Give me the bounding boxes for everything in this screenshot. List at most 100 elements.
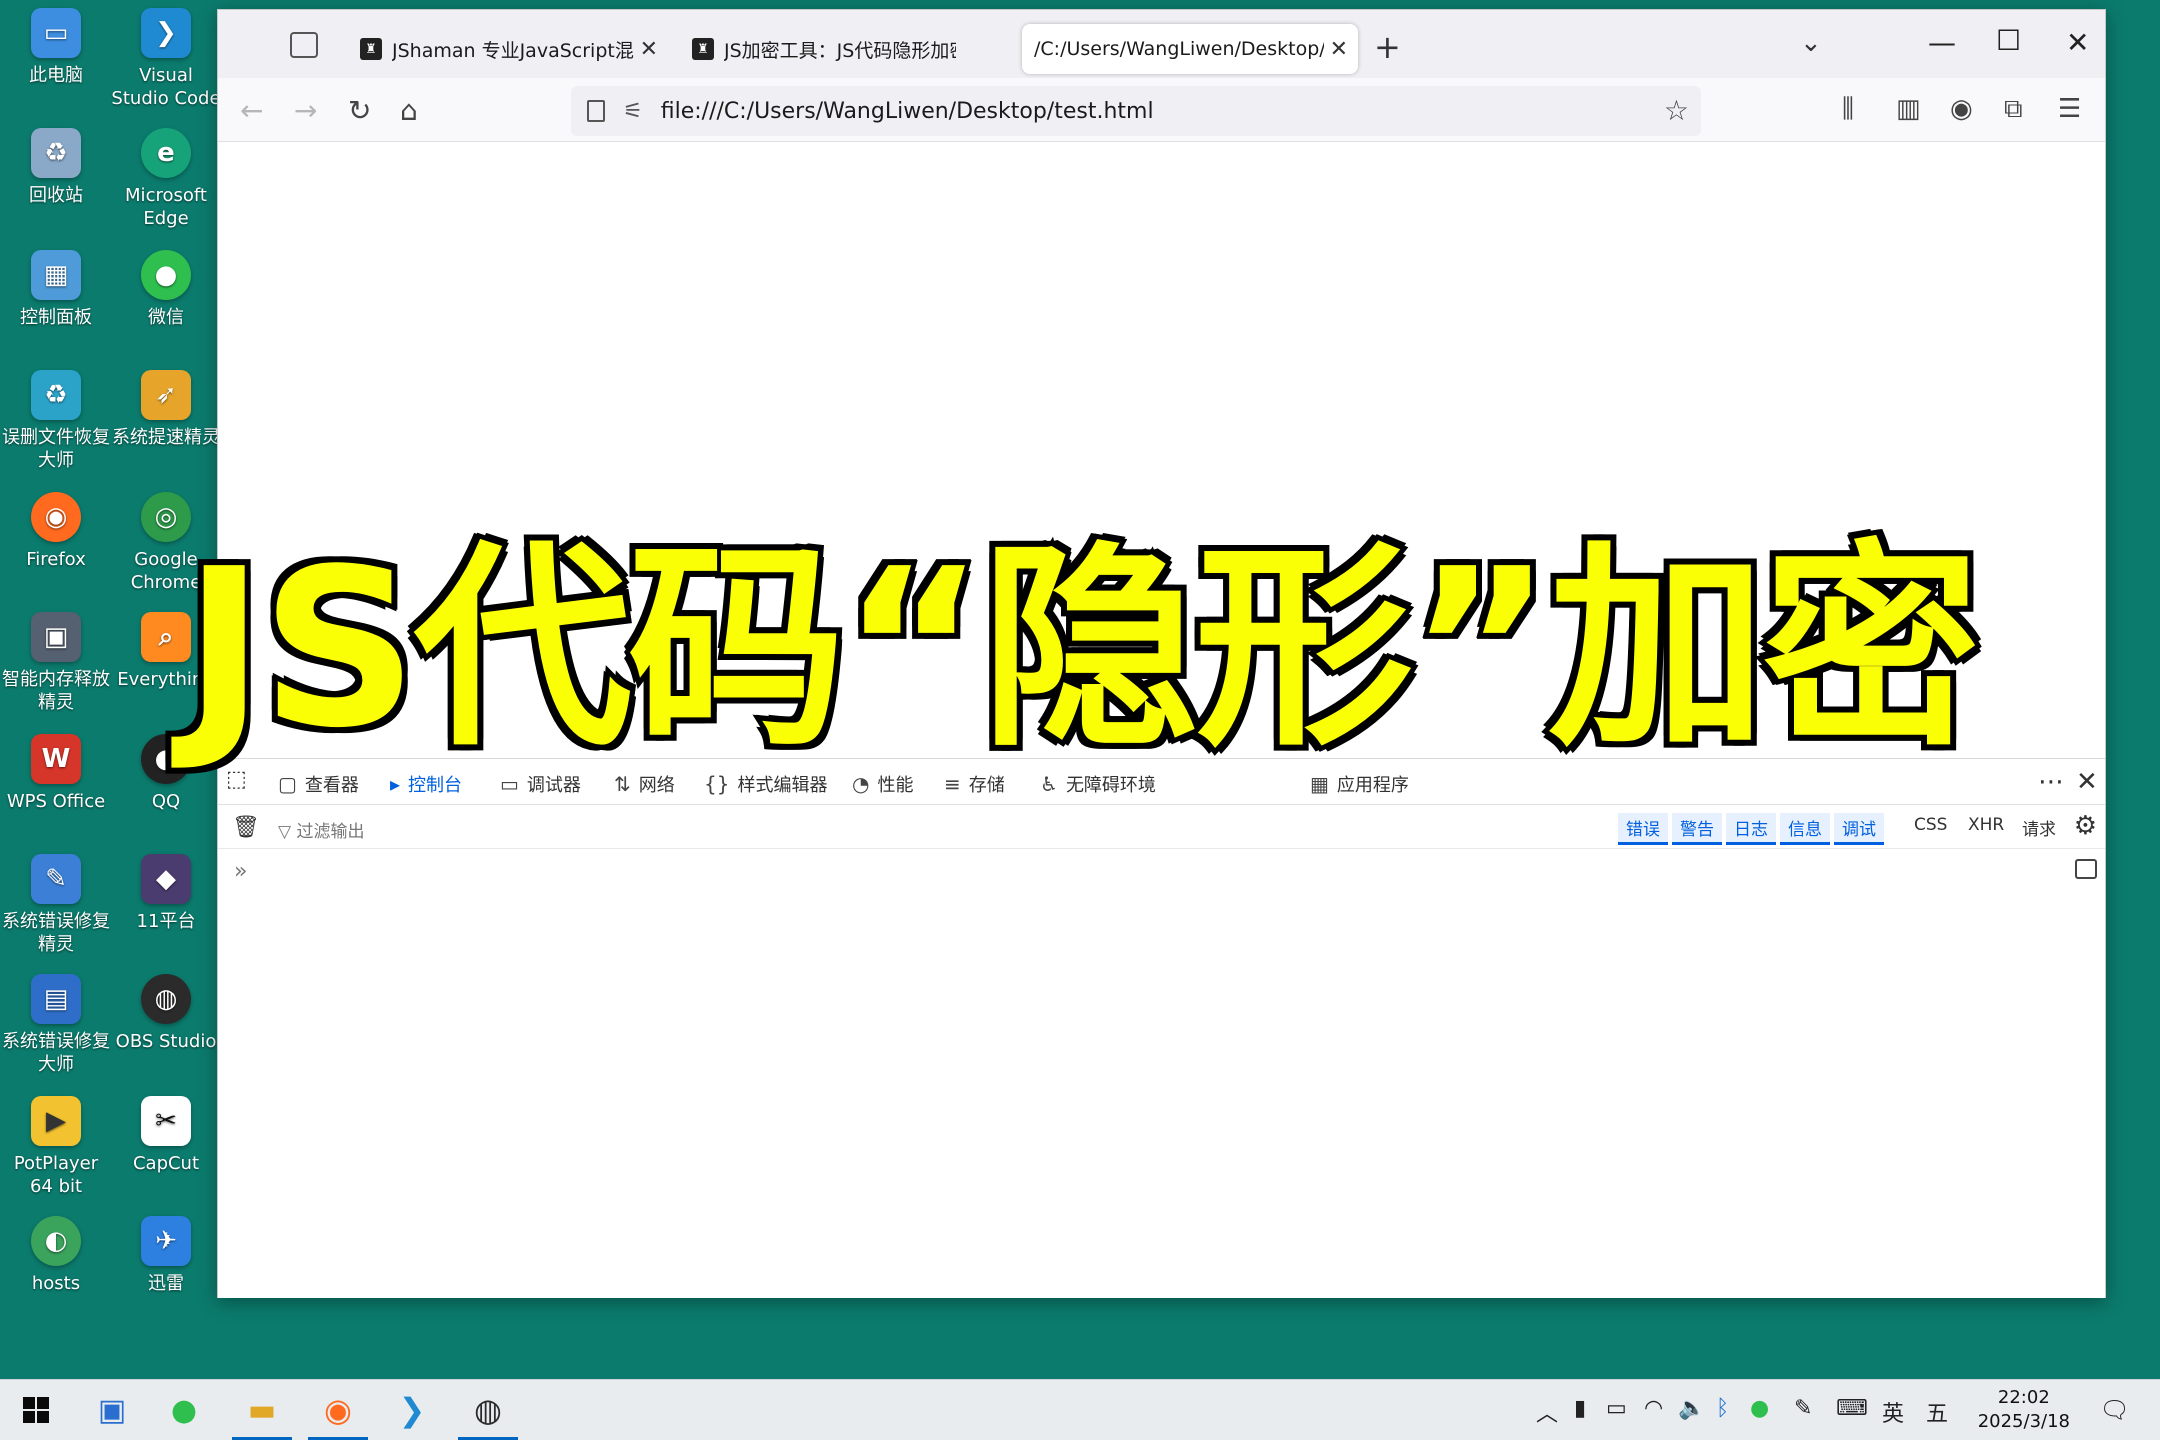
desktop-icon-repair-master[interactable]: ▤ 系统错误修复 大师: [0, 974, 112, 1076]
video-caption: JS代码“隐形”加密: [179, 518, 1986, 781]
wechat-button[interactable]: ●: [162, 1388, 206, 1432]
filter-requests[interactable]: 请求: [2022, 815, 2056, 840]
filter-debug[interactable]: 调试: [1834, 813, 1884, 845]
desktop-icon-potplayer[interactable]: ▶ PotPlayer 64 bit: [0, 1096, 112, 1198]
edge-icon: e: [141, 128, 191, 178]
desktop-icon-label: Microsoft Edge: [125, 185, 207, 229]
address-bar[interactable]: ⚟ file:///C:/Users/WangLiwen/Desktop/tes…: [571, 86, 1701, 136]
battery-icon[interactable]: ▭: [1606, 1396, 1627, 1421]
desktop-icon-label: 11平台: [136, 911, 196, 932]
filter-errors[interactable]: 错误: [1618, 813, 1668, 845]
desktop-icon-thunder[interactable]: ✈ 迅雷: [110, 1216, 222, 1295]
tab-list-icon[interactable]: [290, 32, 318, 58]
firefox-button[interactable]: ◉: [308, 1388, 368, 1440]
desktop-icon-label: PotPlayer 64 bit: [13, 1153, 99, 1197]
desktop-icon-edge[interactable]: e Microsoft Edge: [110, 128, 222, 230]
wechat-tray-icon[interactable]: ●: [1750, 1396, 1769, 1421]
volume-icon[interactable]: 🔈: [1678, 1396, 1705, 1421]
desktop-icon-11-platform[interactable]: ◆ 11平台: [110, 854, 222, 933]
folder-icon: ▬: [247, 1392, 277, 1428]
close-tab-icon[interactable]: ✕: [1330, 37, 1348, 62]
console-input-prompt[interactable]: »: [234, 859, 247, 884]
desktop-icon-label: 系统错误修复 大师: [2, 1031, 110, 1075]
ime-language[interactable]: 英: [1882, 1396, 1904, 1428]
start-button[interactable]: [14, 1388, 58, 1432]
reader-view-icon[interactable]: ▥: [1896, 94, 1921, 124]
back-arrow-icon[interactable]: ←: [240, 94, 263, 127]
capcut-icon: ✂: [141, 1096, 191, 1146]
microphone-icon[interactable]: ▮: [1574, 1396, 1586, 1421]
tab-test-html[interactable]: /C:/Users/WangLiwen/Desktop/te ✕: [1022, 24, 1358, 74]
home-icon[interactable]: ⌂: [400, 94, 418, 127]
tab-title: /C:/Users/WangLiwen/Desktop/te: [1034, 38, 1324, 60]
bluetooth-icon[interactable]: ᛒ: [1716, 1396, 1729, 1421]
gear-icon[interactable]: ⚙: [2074, 811, 2097, 841]
desktop-icon-vscode[interactable]: ❯ Visual Studio Code: [110, 8, 222, 110]
obs-button[interactable]: ◍: [458, 1388, 518, 1440]
filter-icon: ▽: [278, 822, 297, 842]
file-recovery-icon: ♻: [31, 370, 81, 420]
pen-icon[interactable]: ✎: [1794, 1396, 1812, 1421]
notification-icon[interactable]: 🗨: [2100, 1396, 2130, 1424]
desktop-icon-speedup[interactable]: ➶ 系统提速精灵: [110, 370, 222, 449]
url-text[interactable]: file:///C:/Users/WangLiwen/Desktop/test.…: [661, 99, 1154, 124]
computer-icon: ▭: [31, 8, 81, 58]
ime-mode[interactable]: 五: [1926, 1396, 1948, 1428]
maximize-icon[interactable]: ☐: [1996, 24, 2021, 57]
filter-warnings[interactable]: 警告: [1672, 813, 1722, 845]
file-explorer-button[interactable]: ▬: [232, 1388, 292, 1440]
desktop-icon-hosts[interactable]: ◐ hosts: [0, 1216, 112, 1295]
filter-xhr[interactable]: XHR: [1968, 815, 2004, 835]
filter-logs[interactable]: 日志: [1726, 813, 1776, 845]
wifi-icon[interactable]: ◠: [1644, 1396, 1663, 1421]
desktop-icon-recycle-bin[interactable]: ♻ 回收站: [0, 128, 112, 207]
computer-manager-button[interactable]: ▣: [90, 1388, 134, 1432]
desktop-icon-wechat[interactable]: ● 微信: [110, 250, 222, 329]
desktop-icon-capcut[interactable]: ✂ CapCut: [110, 1096, 222, 1175]
minimize-icon[interactable]: —: [1928, 26, 1956, 59]
account-icon[interactable]: ◉: [1950, 94, 1973, 124]
console-filter-bar: 🗑 ▽ 过滤输出 错误 警告 日志 信息 调试 CSS XHR 请求 ⚙: [218, 805, 2105, 849]
tab-jshaman[interactable]: ♜ JShaman 专业JavaScript混淆加 ✕: [346, 24, 668, 74]
extensions-icon[interactable]: ⧉: [2004, 94, 2023, 125]
taskbar: ▣ ● ▬ ◉ ❯ ◍ ︿ ▮ ▭ ◠ 🔈 ᛒ ● ✎ ⌨ 英 五 22:02 …: [0, 1379, 2160, 1440]
filter-css[interactable]: CSS: [1914, 815, 1947, 835]
chevron-down-icon[interactable]: ⌄: [1800, 28, 1822, 58]
desktop-icon-label: OBS Studio: [115, 1031, 217, 1052]
clock[interactable]: 22:02 2025/3/18: [1978, 1386, 2070, 1434]
new-tab-button[interactable]: +: [1374, 28, 1401, 66]
desktop-icon-control-panel[interactable]: ▦ 控制面板: [0, 250, 112, 329]
repair-master-icon: ▤: [31, 974, 81, 1024]
tab-bar: ♜ JShaman 专业JavaScript混淆加 ✕ ♜ JS加密工具：JS代…: [218, 10, 2105, 78]
desktop-icon-repair-tool[interactable]: ✎ 系统错误修复 精灵: [0, 854, 112, 956]
obs-icon: ◍: [474, 1391, 502, 1429]
keyboard-icon[interactable]: ⌨: [1836, 1396, 1868, 1421]
desktop-icon-file-recovery[interactable]: ♻ 误删文件恢复 大师: [0, 370, 112, 472]
vscode-icon: ❯: [141, 8, 191, 58]
split-console-icon[interactable]: [2075, 859, 2097, 879]
bookmark-star-icon[interactable]: ☆: [1664, 94, 1689, 127]
clock-date: 2025/3/18: [1977, 1411, 2070, 1432]
desktop-icon-label: hosts: [31, 1273, 81, 1294]
close-tab-icon[interactable]: ✕: [640, 37, 658, 62]
firefox-icon: ◉: [324, 1391, 352, 1429]
close-window-icon[interactable]: ✕: [2066, 26, 2089, 59]
control-panel-icon: ▦: [31, 250, 81, 300]
trash-icon[interactable]: 🗑: [232, 815, 260, 840]
navigation-bar: ← → ↻ ⌂ ⚟ file:///C:/Users/WangLiwen/Des…: [218, 78, 2105, 142]
desktop-icon-label: CapCut: [132, 1153, 200, 1174]
vscode-button[interactable]: ❯: [390, 1388, 434, 1432]
filter-info[interactable]: 信息: [1780, 813, 1830, 845]
forward-arrow-icon[interactable]: →: [294, 94, 317, 127]
reload-icon[interactable]: ↻: [348, 94, 371, 127]
show-hidden-icons-icon[interactable]: ︿: [1536, 1396, 1558, 1428]
permissions-icon[interactable]: ⚟: [623, 99, 643, 124]
desktop-icon-obs[interactable]: ◍ OBS Studio: [110, 974, 222, 1053]
jshaman-favicon-icon: ♜: [360, 38, 382, 60]
desktop-icon-this-pc[interactable]: ▭ 此电脑: [0, 8, 112, 87]
page-icon: [587, 100, 605, 122]
hosts-icon: ◐: [31, 1216, 81, 1266]
menu-icon[interactable]: ☰: [2058, 94, 2081, 124]
library-icon[interactable]: ⫼: [1842, 94, 1854, 125]
filter-output-input[interactable]: ▽ 过滤输出: [278, 817, 364, 842]
